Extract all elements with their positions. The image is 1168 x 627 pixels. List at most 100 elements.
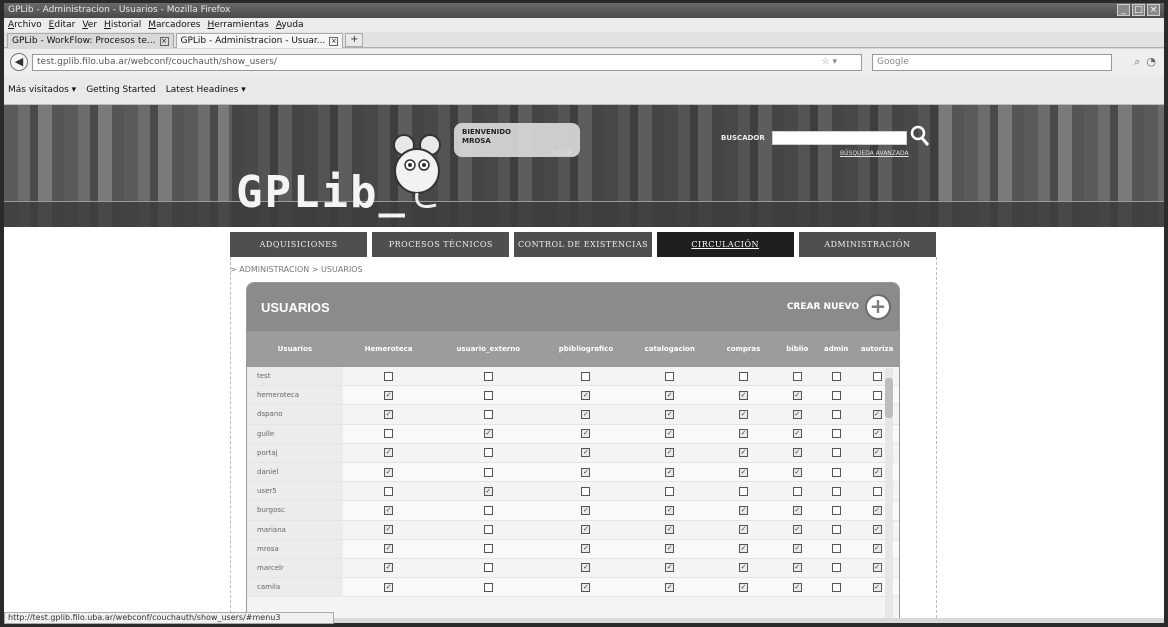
- user-name[interactable]: burgosc: [247, 501, 343, 520]
- checked-checkbox[interactable]: ✓: [739, 448, 748, 458]
- bookmark-latest-headlines[interactable]: Latest Headines ▾: [166, 85, 246, 95]
- column-header-compras[interactable]: compras: [710, 345, 778, 353]
- unchecked-checkbox[interactable]: [831, 467, 841, 477]
- menu-archivo[interactable]: Archivo: [8, 18, 42, 32]
- unchecked-checkbox[interactable]: [831, 429, 841, 439]
- checked-checkbox[interactable]: ✓: [872, 525, 882, 535]
- minimize-icon[interactable]: _: [1117, 4, 1130, 16]
- checked-checkbox[interactable]: ✓: [792, 448, 802, 458]
- checked-checkbox[interactable]: ✓: [665, 429, 675, 439]
- menu-historial[interactable]: Historial: [104, 18, 141, 32]
- checked-checkbox[interactable]: ✓: [739, 390, 748, 400]
- checked-checkbox[interactable]: ✓: [581, 429, 591, 439]
- menu-editar[interactable]: Editar: [49, 18, 76, 32]
- menu-marcadores[interactable]: Marcadores: [148, 18, 200, 32]
- checked-checkbox[interactable]: ✓: [581, 505, 591, 515]
- column-header-usuario-externo[interactable]: usuario_externo: [434, 345, 542, 353]
- checked-checkbox[interactable]: ✓: [739, 429, 748, 439]
- checked-checkbox[interactable]: ✓: [384, 467, 394, 477]
- menu-ver[interactable]: Ver: [82, 18, 97, 32]
- tab-workflow[interactable]: GPLib - WorkFlow: Procesos te... ×: [7, 33, 174, 48]
- user-name[interactable]: marcelr: [247, 558, 343, 578]
- checked-checkbox[interactable]: ✓: [581, 563, 591, 573]
- column-header-admin[interactable]: admin: [817, 345, 855, 353]
- column-header-autoriza[interactable]: autoriza: [855, 345, 899, 353]
- checked-checkbox[interactable]: ✓: [384, 448, 394, 458]
- checked-checkbox[interactable]: ✓: [665, 448, 675, 458]
- checked-checkbox[interactable]: ✓: [384, 409, 394, 419]
- unchecked-checkbox[interactable]: [483, 563, 493, 573]
- unchecked-checkbox[interactable]: [831, 486, 841, 496]
- checked-checkbox[interactable]: ✓: [739, 467, 748, 477]
- checked-checkbox[interactable]: ✓: [739, 544, 748, 554]
- site-search-input[interactable]: [772, 131, 907, 145]
- user-name[interactable]: mariana: [247, 520, 343, 539]
- unchecked-checkbox[interactable]: [831, 371, 841, 381]
- url-input[interactable]: test.gplib.filo.uba.ar/webconf/couchauth…: [32, 53, 862, 71]
- checked-checkbox[interactable]: ✓: [581, 409, 591, 419]
- user-name[interactable]: portaj: [247, 443, 343, 462]
- column-header-usuarios[interactable]: Usuarios: [247, 345, 343, 353]
- user-name[interactable]: test: [247, 367, 343, 386]
- checked-checkbox[interactable]: ✓: [581, 544, 591, 554]
- menu-herramientas[interactable]: Herramientas: [207, 18, 268, 32]
- nav-procesos-tecnicos[interactable]: PROCESOS TÉCNICOS: [372, 232, 510, 257]
- checked-checkbox[interactable]: ✓: [665, 582, 675, 592]
- checked-checkbox[interactable]: ✓: [581, 582, 591, 592]
- unchecked-checkbox[interactable]: [831, 409, 841, 419]
- column-header-catalogacion[interactable]: catalogacion: [630, 345, 710, 353]
- search-icon[interactable]: ⌕: [1134, 55, 1140, 69]
- checked-checkbox[interactable]: ✓: [384, 582, 394, 592]
- unchecked-checkbox[interactable]: [384, 371, 394, 381]
- nav-adquisiciones[interactable]: ADQUISICIONES: [230, 232, 368, 257]
- checked-checkbox[interactable]: ✓: [581, 448, 591, 458]
- checked-checkbox[interactable]: ✓: [792, 409, 802, 419]
- close-icon[interactable]: ×: [1147, 4, 1160, 16]
- checked-checkbox[interactable]: ✓: [872, 467, 882, 477]
- checked-checkbox[interactable]: ✓: [872, 544, 882, 554]
- unchecked-checkbox[interactable]: [872, 390, 882, 400]
- bookmark-getting-started[interactable]: Getting Started: [86, 85, 156, 95]
- checked-checkbox[interactable]: ✓: [384, 390, 394, 400]
- unchecked-checkbox[interactable]: [483, 371, 493, 381]
- checked-checkbox[interactable]: ✓: [581, 525, 591, 535]
- advanced-search-link[interactable]: BÚSQUEDA AVANZADA: [840, 150, 909, 157]
- unchecked-checkbox[interactable]: [872, 486, 882, 496]
- back-arrow-icon[interactable]: ◀: [10, 53, 28, 71]
- checked-checkbox[interactable]: ✓: [739, 505, 748, 515]
- new-tab-icon[interactable]: +: [345, 33, 364, 47]
- checked-checkbox[interactable]: ✓: [739, 582, 748, 592]
- close-icon[interactable]: ×: [159, 36, 169, 46]
- checked-checkbox[interactable]: ✓: [665, 563, 675, 573]
- user-name[interactable]: camila: [247, 578, 343, 597]
- checked-checkbox[interactable]: ✓: [483, 429, 493, 439]
- unchecked-checkbox[interactable]: [384, 429, 394, 439]
- checked-checkbox[interactable]: ✓: [739, 409, 748, 419]
- unchecked-checkbox[interactable]: [831, 582, 841, 592]
- tab-usuarios[interactable]: GPLib - Administracion - Usuar... ×: [175, 33, 344, 48]
- unchecked-checkbox[interactable]: [483, 409, 493, 419]
- user-name[interactable]: dspano: [247, 405, 343, 424]
- unchecked-checkbox[interactable]: [483, 582, 493, 592]
- plus-icon[interactable]: +: [865, 294, 891, 320]
- nav-circulacion[interactable]: CIRCULACIÓN: [656, 232, 794, 257]
- checked-checkbox[interactable]: ✓: [581, 467, 591, 477]
- checked-checkbox[interactable]: ✓: [483, 486, 493, 496]
- unchecked-checkbox[interactable]: [483, 544, 493, 554]
- search-input[interactable]: Google: [872, 53, 1112, 71]
- checked-checkbox[interactable]: ✓: [665, 390, 675, 400]
- checked-checkbox[interactable]: ✓: [384, 525, 394, 535]
- column-header-biblio[interactable]: biblio: [777, 345, 817, 353]
- checked-checkbox[interactable]: ✓: [872, 505, 882, 515]
- unchecked-checkbox[interactable]: [792, 486, 802, 496]
- checked-checkbox[interactable]: ✓: [872, 429, 882, 439]
- checked-checkbox[interactable]: ✓: [792, 525, 802, 535]
- unchecked-checkbox[interactable]: [831, 505, 841, 515]
- create-new-button[interactable]: CREAR NUEVO +: [787, 294, 891, 320]
- checked-checkbox[interactable]: ✓: [792, 505, 802, 515]
- unchecked-checkbox[interactable]: [665, 371, 675, 381]
- column-header-hemeroteca[interactable]: Hemeroteca: [343, 345, 435, 353]
- checked-checkbox[interactable]: ✓: [384, 505, 394, 515]
- checked-checkbox[interactable]: ✓: [792, 429, 802, 439]
- logout-link[interactable]: SALIR: [552, 149, 572, 157]
